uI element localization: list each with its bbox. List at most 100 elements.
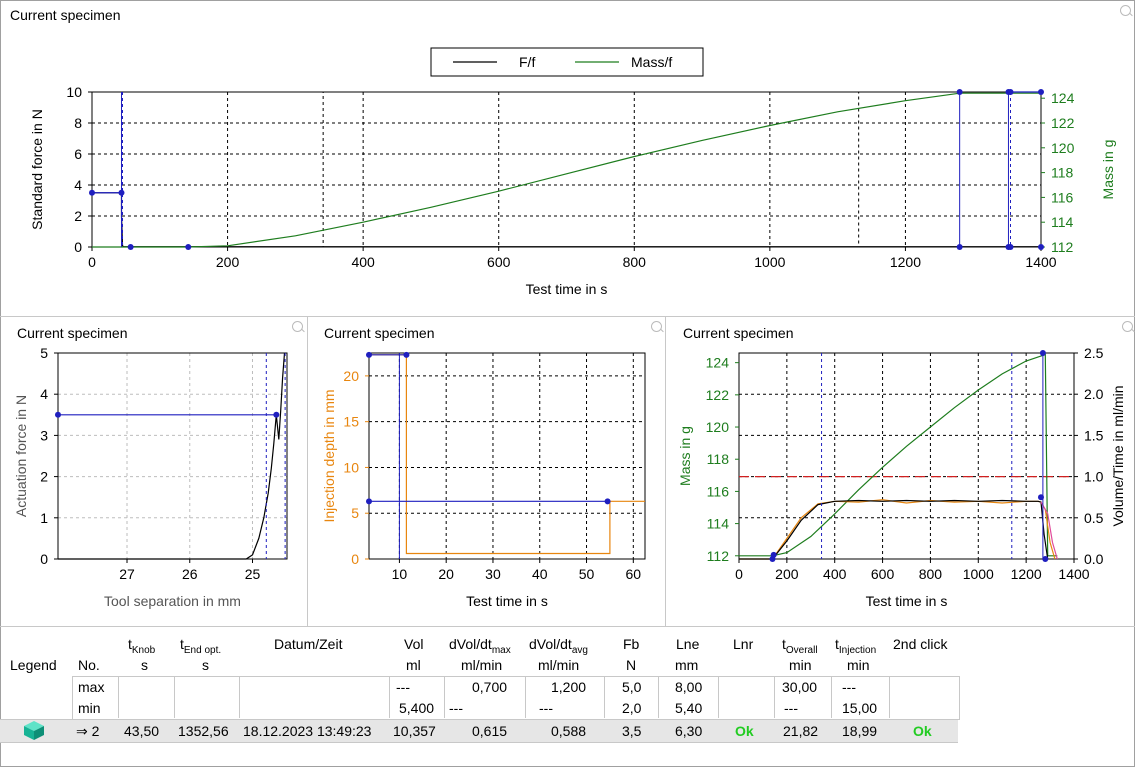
main-chart: 0 200 400 600 800 1000 1200 1400 0 2 4 6 8 10 112 114 11… bbox=[29, 47, 1116, 297]
min-label: min bbox=[78, 700, 101, 716]
min-dvavg: --- bbox=[539, 700, 553, 716]
row-dvmax: 0,615 bbox=[472, 723, 508, 739]
plot-area bbox=[91, 91, 1042, 248]
x-tick-label: 30 bbox=[485, 566, 501, 582]
x-tick-label: 0 bbox=[88, 254, 96, 270]
y-tick-label: 112 bbox=[707, 548, 730, 564]
min-tinjection: 15,00 bbox=[842, 700, 878, 716]
max-tinjection: --- bbox=[842, 679, 856, 695]
x-tick-label: 20 bbox=[438, 566, 454, 582]
y-tick-label: 4 bbox=[74, 177, 82, 193]
y-tick-label: 10 bbox=[66, 84, 82, 100]
series-line bbox=[369, 354, 645, 555]
header-dvmax: dVol/dtmax bbox=[449, 636, 511, 656]
min-vol: 5,400 bbox=[399, 700, 435, 716]
max-toverall: 30,00 bbox=[782, 679, 818, 695]
y-tick-label: 0 bbox=[40, 551, 48, 567]
y-tick-label: 0 bbox=[351, 551, 359, 567]
series-line bbox=[739, 499, 1049, 560]
data-marker bbox=[366, 351, 372, 358]
data-marker bbox=[770, 551, 777, 558]
x-axis-label: Test time in s bbox=[466, 593, 548, 609]
x-tick-label: 26 bbox=[182, 566, 198, 582]
row-lnr-status: Ok bbox=[735, 723, 754, 739]
x-tick-label: 200 bbox=[216, 254, 240, 270]
y-tick-label: 8 bbox=[74, 115, 82, 131]
plot-area bbox=[738, 352, 1075, 560]
header-toverall: tOverall bbox=[782, 636, 818, 656]
y-tick-label: 6 bbox=[74, 146, 82, 162]
data-marker bbox=[1007, 244, 1014, 250]
data-marker bbox=[403, 351, 410, 358]
max-vol: --- bbox=[396, 679, 410, 695]
header-dvavg: dVol/dtavg bbox=[529, 636, 588, 656]
y-tick-label: 1 bbox=[40, 510, 48, 526]
x-tick-label: 0 bbox=[735, 566, 743, 582]
data-marker bbox=[1038, 89, 1044, 95]
y2-tick-label: 122 bbox=[1051, 115, 1075, 131]
data-marker bbox=[185, 244, 192, 250]
data-marker bbox=[273, 411, 280, 418]
y2-tick-label: 0.0 bbox=[1084, 551, 1104, 567]
injection-chart: 10 20 30 40 50 60 0 5 10 15 20 Test time in s Inject… bbox=[321, 351, 646, 609]
max-dvmax: 0,700 bbox=[472, 679, 508, 695]
row-datum: 18.12.2023 13:49:23 bbox=[243, 723, 372, 739]
header-lne-unit: mm bbox=[675, 657, 699, 673]
x-tick-label: 400 bbox=[823, 566, 847, 582]
header-tknob-unit: s bbox=[141, 657, 148, 673]
data-marker bbox=[89, 189, 95, 196]
x-tick-label: 40 bbox=[532, 566, 548, 582]
header-tend: tEnd opt. bbox=[180, 636, 222, 656]
x-tick-label: 600 bbox=[871, 566, 895, 582]
header-fb-unit: N bbox=[626, 657, 637, 673]
row-dvavg: 0,588 bbox=[551, 723, 587, 739]
data-marker bbox=[366, 498, 372, 505]
x-axis-label: Test time in s bbox=[866, 593, 948, 609]
main-chart-title: Current specimen bbox=[10, 7, 121, 23]
limits-box bbox=[72, 676, 960, 720]
y-tick-label: 5 bbox=[351, 505, 359, 521]
data-marker bbox=[118, 189, 125, 196]
y2-tick-label: 120 bbox=[1051, 140, 1075, 156]
data-marker bbox=[604, 498, 611, 505]
max-label: max bbox=[78, 679, 105, 695]
x-tick-label: 1400 bbox=[1058, 566, 1089, 582]
header-legend: Legend bbox=[10, 657, 57, 673]
x-tick-label: 1400 bbox=[1025, 254, 1056, 270]
row-toverall: 21,82 bbox=[783, 723, 819, 739]
data-marker bbox=[956, 89, 963, 95]
y-axis-label: Injection depth in mm bbox=[321, 389, 337, 522]
legend-entry: Mass/f bbox=[631, 54, 672, 70]
row-fb: 3,5 bbox=[622, 723, 642, 739]
y-tick-label: 122 bbox=[706, 387, 730, 403]
header-tinjection: tInjection bbox=[835, 636, 877, 656]
x-tick-label: 800 bbox=[919, 566, 943, 582]
data-marker bbox=[1038, 244, 1044, 250]
header-no: No. bbox=[78, 657, 100, 673]
y2-tick-label: 118 bbox=[1051, 165, 1074, 181]
header-dvavg-unit: ml/min bbox=[538, 657, 580, 673]
y-tick-label: 20 bbox=[343, 368, 359, 384]
row-tend: 1352,56 bbox=[178, 723, 229, 739]
header-tknob: tKnob bbox=[128, 636, 156, 656]
header-vol-unit: ml bbox=[406, 657, 421, 673]
mass-chart: 0 200 400 600 800 1000 1200 1400 112 114 116 118 120… bbox=[677, 345, 1126, 609]
y2-tick-label: 2.5 bbox=[1084, 345, 1104, 361]
zoom-icon[interactable] bbox=[1120, 5, 1131, 16]
min-fb: 2,0 bbox=[622, 700, 642, 716]
y-tick-label: 124 bbox=[706, 355, 730, 371]
data-marker bbox=[1007, 89, 1014, 95]
legend-entry: F/f bbox=[519, 54, 535, 70]
series-line bbox=[92, 192, 1041, 248]
y-tick-label: 116 bbox=[707, 483, 730, 499]
row-2nd-click-status: Ok bbox=[913, 723, 932, 739]
y-tick-label: 114 bbox=[707, 516, 730, 532]
min-lne: 5,40 bbox=[675, 700, 703, 716]
x-tick-label: 50 bbox=[579, 566, 595, 582]
y2-tick-label: 1.5 bbox=[1084, 427, 1104, 443]
x-axis-label: Tool separation in mm bbox=[104, 593, 241, 609]
header-datum: Datum/Zeit bbox=[274, 636, 343, 652]
y-tick-label: 4 bbox=[40, 386, 48, 402]
row-tknob: 43,50 bbox=[124, 723, 160, 739]
header-tinjection-unit: min bbox=[847, 657, 870, 673]
